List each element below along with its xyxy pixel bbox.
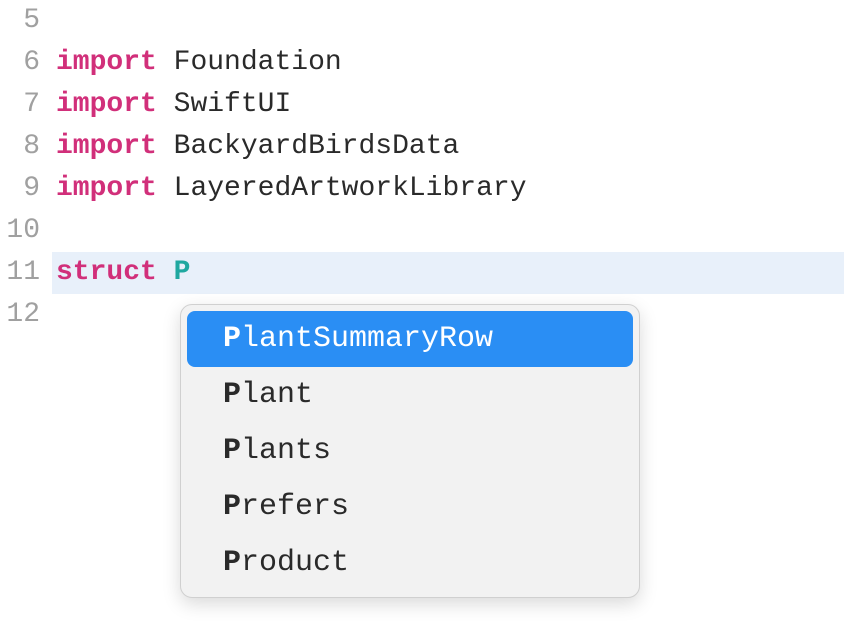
autocomplete-item[interactable]: Product <box>187 535 633 591</box>
keyword-struct: struct <box>56 257 157 288</box>
line-number: 8 <box>0 126 52 168</box>
keyword-import: import <box>56 131 157 162</box>
autocomplete-popup[interactable]: PlantSummaryRow Plant Plants Prefers Pro… <box>180 304 640 598</box>
autocomplete-item[interactable]: Plants <box>187 423 633 479</box>
line-number: 6 <box>0 42 52 84</box>
code-line[interactable]: import SwiftUI <box>52 84 844 126</box>
code-line-active[interactable]: struct P <box>52 252 844 294</box>
code-line[interactable] <box>52 0 844 42</box>
autocomplete-rest: lants <box>241 434 331 468</box>
line-number: 9 <box>0 168 52 210</box>
code-editor: 5 6 7 8 9 10 11 12 import Foundation imp… <box>0 0 844 640</box>
autocomplete-match: P <box>223 378 241 412</box>
line-number: 11 <box>0 252 52 294</box>
module-name: SwiftUI <box>174 89 292 120</box>
autocomplete-match: P <box>223 490 241 524</box>
keyword-import: import <box>56 173 157 204</box>
autocomplete-item[interactable]: Prefers <box>187 479 633 535</box>
keyword-import: import <box>56 89 157 120</box>
autocomplete-match: P <box>223 546 241 580</box>
autocomplete-rest: roduct <box>241 546 349 580</box>
autocomplete-match: P <box>223 434 241 468</box>
line-number: 10 <box>0 210 52 252</box>
code-line[interactable] <box>52 210 844 252</box>
autocomplete-item[interactable]: PlantSummaryRow <box>187 311 633 367</box>
typed-identifier: P <box>174 257 191 288</box>
module-name: LayeredArtworkLibrary <box>174 173 527 204</box>
module-name: Foundation <box>174 47 342 78</box>
line-number: 7 <box>0 84 52 126</box>
line-number: 12 <box>0 294 52 336</box>
code-line[interactable]: import Foundation <box>52 42 844 84</box>
code-line[interactable]: import BackyardBirdsData <box>52 126 844 168</box>
autocomplete-rest: lant <box>241 378 313 412</box>
keyword-import: import <box>56 47 157 78</box>
autocomplete-item[interactable]: Plant <box>187 367 633 423</box>
autocomplete-match: P <box>223 322 241 356</box>
autocomplete-rest: lantSummaryRow <box>241 322 493 356</box>
line-number: 5 <box>0 0 52 42</box>
code-line[interactable]: import LayeredArtworkLibrary <box>52 168 844 210</box>
line-number-gutter: 5 6 7 8 9 10 11 12 <box>0 0 52 640</box>
code-area[interactable]: import Foundation import SwiftUI import … <box>52 0 844 640</box>
module-name: BackyardBirdsData <box>174 131 460 162</box>
autocomplete-rest: refers <box>241 490 349 524</box>
